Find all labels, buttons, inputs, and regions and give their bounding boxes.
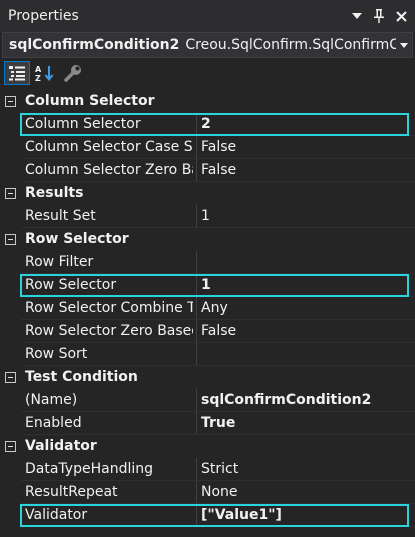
property-name: Row Selector Combine Typ bbox=[25, 300, 193, 316]
window-title: Properties bbox=[8, 8, 79, 24]
category-row[interactable]: Test Condition bbox=[0, 366, 415, 389]
property-name: DataTypeHandling bbox=[25, 461, 153, 477]
column-divider[interactable] bbox=[196, 481, 197, 504]
svg-text:A: A bbox=[35, 65, 42, 74]
categorized-icon[interactable] bbox=[4, 61, 30, 85]
object-type: Creou.SqlConfirm.SqlConfirmCondi bbox=[185, 37, 396, 53]
property-name: (Name) bbox=[25, 392, 78, 408]
category-row[interactable]: Validator bbox=[0, 435, 415, 458]
property-name: Column Selector Case Sen bbox=[25, 139, 193, 155]
column-divider[interactable] bbox=[196, 458, 197, 481]
property-row[interactable]: Enabled True bbox=[0, 412, 415, 435]
property-value[interactable]: Any bbox=[201, 300, 411, 316]
property-value[interactable]: ["Value1"] bbox=[201, 507, 411, 523]
column-divider[interactable] bbox=[196, 343, 197, 366]
object-selector-dropdown[interactable]: sqlConfirmCondition2 Creou.SqlConfirm.Sq… bbox=[2, 32, 413, 58]
category-label: Test Condition bbox=[25, 369, 138, 385]
column-divider[interactable] bbox=[196, 113, 197, 136]
category-row[interactable]: Row Selector bbox=[0, 228, 415, 251]
wrench-icon[interactable] bbox=[60, 61, 86, 85]
property-value[interactable]: False bbox=[201, 162, 411, 178]
column-divider[interactable] bbox=[196, 389, 197, 412]
column-divider[interactable] bbox=[196, 205, 197, 228]
property-value[interactable]: Strict bbox=[201, 461, 411, 477]
property-name: Result Set bbox=[25, 208, 96, 224]
column-divider[interactable] bbox=[196, 274, 197, 297]
column-divider[interactable] bbox=[196, 504, 197, 527]
property-value[interactable]: True bbox=[201, 415, 411, 431]
property-name: Enabled bbox=[25, 415, 82, 431]
property-row[interactable]: Validator ["Value1"] bbox=[0, 504, 415, 527]
property-name: Validator bbox=[25, 507, 88, 523]
property-value[interactable]: sqlConfirmCondition2 bbox=[201, 392, 411, 408]
collapse-icon[interactable] bbox=[5, 96, 16, 107]
property-grid: Column Selector Column Selector 2 Column Se… bbox=[0, 90, 415, 537]
property-row[interactable]: Row Sort bbox=[0, 343, 415, 366]
alphabetical-icon[interactable]: A Z bbox=[32, 61, 58, 85]
pin-icon[interactable] bbox=[371, 8, 387, 24]
collapse-icon[interactable] bbox=[5, 441, 16, 452]
category-label: Column Selector bbox=[25, 93, 155, 109]
property-value[interactable]: False bbox=[201, 323, 411, 339]
properties-toolbar: A Z bbox=[0, 58, 415, 88]
chevron-down-icon[interactable] bbox=[349, 8, 365, 24]
property-row[interactable]: DataTypeHandling Strict bbox=[0, 458, 415, 481]
property-name: Row Selector bbox=[25, 277, 117, 293]
category-label: Results bbox=[25, 185, 84, 201]
property-value[interactable]: None bbox=[201, 484, 411, 500]
property-name: Column Selector Zero Bas bbox=[25, 162, 193, 178]
property-row[interactable]: Result Set 1 bbox=[0, 205, 415, 228]
chevron-down-icon[interactable] bbox=[396, 42, 412, 48]
svg-text:Z: Z bbox=[35, 74, 41, 82]
property-row[interactable]: Row Selector Combine Typ Any bbox=[0, 297, 415, 320]
category-label: Row Selector bbox=[25, 231, 129, 247]
category-row[interactable]: Column Selector bbox=[0, 90, 415, 113]
collapse-icon[interactable] bbox=[5, 372, 16, 383]
property-row[interactable]: ResultRepeat None bbox=[0, 481, 415, 504]
category-label: Validator bbox=[25, 438, 97, 454]
column-divider[interactable] bbox=[196, 136, 197, 159]
object-name: sqlConfirmCondition2 bbox=[9, 37, 180, 53]
property-value[interactable]: 2 bbox=[201, 116, 411, 132]
column-divider[interactable] bbox=[196, 412, 197, 435]
property-name: Column Selector bbox=[25, 116, 141, 132]
property-name: Row Filter bbox=[25, 254, 94, 270]
column-divider[interactable] bbox=[196, 297, 197, 320]
property-name: Row Selector Zero Based bbox=[25, 323, 193, 339]
close-icon[interactable] bbox=[393, 8, 409, 24]
property-row[interactable]: (Name) sqlConfirmCondition2 bbox=[0, 389, 415, 412]
column-divider[interactable] bbox=[196, 320, 197, 343]
property-row[interactable]: Row Selector 1 bbox=[0, 274, 415, 297]
collapse-icon[interactable] bbox=[5, 188, 16, 199]
column-divider[interactable] bbox=[196, 159, 197, 182]
property-row[interactable]: Row Selector Zero Based False bbox=[0, 320, 415, 343]
property-value[interactable]: 1 bbox=[201, 277, 411, 293]
collapse-icon[interactable] bbox=[5, 234, 16, 245]
category-row[interactable]: Results bbox=[0, 182, 415, 205]
property-row[interactable]: Column Selector Case Sen False bbox=[0, 136, 415, 159]
property-row[interactable]: Column Selector Zero Bas False bbox=[0, 159, 415, 182]
column-divider[interactable] bbox=[196, 251, 197, 274]
property-row[interactable]: Row Filter bbox=[0, 251, 415, 274]
property-value[interactable]: False bbox=[201, 139, 411, 155]
property-row[interactable]: Column Selector 2 bbox=[0, 113, 415, 136]
property-name: Row Sort bbox=[25, 346, 88, 362]
property-name: ResultRepeat bbox=[25, 484, 118, 500]
property-value[interactable]: 1 bbox=[201, 208, 411, 224]
properties-title-bar: Properties bbox=[0, 0, 415, 32]
